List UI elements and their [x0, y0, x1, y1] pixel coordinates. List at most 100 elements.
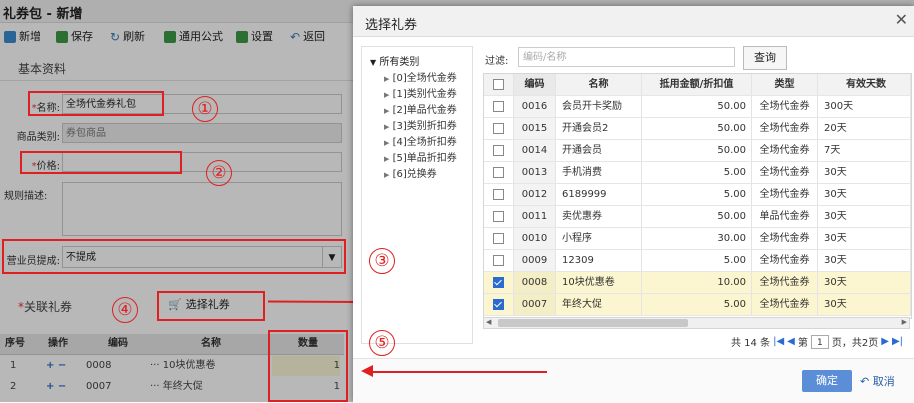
row-checkbox[interactable]	[484, 206, 514, 227]
tree-item-4[interactable]: ▶ [4]全场折扣券	[384, 133, 457, 148]
category-tree: ▼ 所有类别 ▶ [0]全场代金券 ▶ [1]类别代金券 ▶ [2]单品代金券 …	[361, 46, 473, 344]
tree-item-5[interactable]: ▶ [5]单品折扣券	[384, 149, 457, 164]
cell-code: 0009	[514, 250, 556, 271]
table-row[interactable]: 0014 开通会员 50.00 全场代金券 7天	[484, 140, 911, 162]
cell-days: 30天	[818, 250, 911, 271]
caret-down-icon: ▼	[370, 58, 377, 67]
cell-days: 30天	[818, 228, 911, 249]
cell-type: 全场代金券	[752, 272, 818, 293]
scroll-left-icon[interactable]: ◀	[486, 318, 491, 326]
row-checkbox[interactable]	[484, 118, 514, 139]
table-row[interactable]: 0011 卖优惠券 50.00 单品代金券 30天	[484, 206, 911, 228]
annotation-box-qty	[268, 330, 348, 402]
table-row[interactable]: 0012 6189999 5.00 全场代金券 30天	[484, 184, 911, 206]
scroll-thumb[interactable]	[498, 319, 688, 327]
horizontal-scrollbar[interactable]: ◀ ▶	[483, 317, 910, 329]
ok-button[interactable]: 确定	[802, 370, 852, 392]
cell-value: 50.00	[642, 206, 752, 227]
caret-right-icon: ▶	[384, 107, 390, 115]
cell-name: 10块优惠卷	[556, 272, 642, 293]
filter-input[interactable]: 编码/名称	[518, 47, 735, 67]
cell-code: 0010	[514, 228, 556, 249]
table-row[interactable]: 0007 年终大促 5.00 全场代金券 30天	[484, 294, 911, 316]
cell-type: 全场代金券	[752, 118, 818, 139]
tree-item-2[interactable]: ▶ [2]单品代金券	[384, 101, 457, 116]
col-header-name[interactable]: 名称	[556, 74, 642, 95]
arrow-left-head	[361, 365, 373, 377]
cancel-button[interactable]: ↶ 取消	[860, 373, 895, 389]
col-header-code[interactable]: 编码	[514, 74, 556, 95]
cell-type: 全场代金券	[752, 184, 818, 205]
cell-type: 单品代金券	[752, 206, 818, 227]
cell-name: 6189999	[556, 184, 642, 205]
tree-item-6[interactable]: ▶ [6]兑换券	[384, 165, 437, 180]
coupon-grid: 编码 名称 抵用金额/折扣值 类型 有效天数 0016 会员开卡奖励 50.00 全场…	[483, 73, 912, 319]
cell-name: 12309	[556, 250, 642, 271]
cell-code: 0007	[514, 294, 556, 315]
tree-item-1[interactable]: ▶ [1]类别代金券	[384, 85, 457, 100]
cell-value: 5.00	[642, 184, 752, 205]
tree-root[interactable]: ▼ 所有类别	[370, 53, 419, 68]
dialog-title: 选择礼券	[365, 18, 418, 33]
cell-days: 30天	[818, 184, 911, 205]
cell-days: 30天	[818, 162, 911, 183]
row-checkbox[interactable]	[484, 294, 514, 315]
caret-right-icon: ▶	[384, 123, 390, 131]
cell-name: 手机消费	[556, 162, 642, 183]
row-checkbox[interactable]	[484, 250, 514, 271]
cell-code: 0014	[514, 140, 556, 161]
cell-type: 全场代金券	[752, 228, 818, 249]
cell-days: 20天	[818, 118, 911, 139]
caret-right-icon: ▶	[384, 75, 390, 83]
prev-page-icon[interactable]: ◀	[787, 336, 795, 347]
query-button[interactable]: 查询	[743, 46, 787, 70]
page-input[interactable]: 1	[810, 334, 829, 349]
tree-item-0[interactable]: ▶ [0]全场代金券	[384, 69, 457, 84]
table-row[interactable]: 0015 开通会员2 50.00 全场代金券 20天	[484, 118, 911, 140]
cell-code: 0012	[514, 184, 556, 205]
first-page-icon[interactable]: |◀	[773, 336, 784, 347]
row-checkbox[interactable]	[484, 96, 514, 117]
last-page-icon[interactable]: ▶|	[892, 336, 903, 347]
cell-type: 全场代金券	[752, 294, 818, 315]
annotation-2: ②	[206, 160, 232, 186]
col-header-type[interactable]: 类型	[752, 74, 818, 95]
annotation-5: ⑤	[369, 330, 395, 356]
scroll-right-icon[interactable]: ▶	[902, 318, 907, 326]
cell-code: 0011	[514, 206, 556, 227]
row-checkbox[interactable]	[484, 184, 514, 205]
cell-code: 0016	[514, 96, 556, 117]
cell-code: 0015	[514, 118, 556, 139]
annotation-box-price	[20, 151, 182, 174]
table-row[interactable]: 0010 小程序 30.00 全场代金券 30天	[484, 228, 911, 250]
undo-icon: ↶	[860, 375, 870, 388]
col-header-value[interactable]: 抵用金额/折扣值	[642, 74, 752, 95]
table-row[interactable]: 0013 手机消费 5.00 全场代金券 30天	[484, 162, 911, 184]
tree-item-3[interactable]: ▶ [3]类别折扣券	[384, 117, 457, 132]
row-checkbox[interactable]	[484, 272, 514, 293]
next-page-icon[interactable]: ▶	[881, 336, 889, 347]
cell-code: 0008	[514, 272, 556, 293]
select-all-checkbox[interactable]	[484, 74, 514, 95]
table-row[interactable]: 0009 12309 5.00 全场代金券 30天	[484, 250, 911, 272]
cell-type: 全场代金券	[752, 250, 818, 271]
cell-days: 300天	[818, 96, 911, 117]
pager-total: 共 14 条	[731, 338, 771, 349]
row-checkbox[interactable]	[484, 228, 514, 249]
pager-suffix: 页，共2页	[831, 338, 879, 349]
close-icon[interactable]: ✕	[895, 10, 908, 29]
annotation-box-select	[157, 291, 265, 321]
table-row[interactable]: 0016 会员开卡奖励 50.00 全场代金券 300天	[484, 96, 911, 118]
cell-value: 10.00	[642, 272, 752, 293]
cell-type: 全场代金券	[752, 96, 818, 117]
col-header-days[interactable]: 有效天数	[818, 74, 911, 95]
pager-prefix: 第	[797, 338, 808, 349]
cell-name: 开通会员2	[556, 118, 642, 139]
cell-days: 30天	[818, 294, 911, 315]
row-checkbox[interactable]	[484, 162, 514, 183]
row-checkbox[interactable]	[484, 140, 514, 161]
cell-days: 7天	[818, 140, 911, 161]
table-row[interactable]: 0008 10块优惠卷 10.00 全场代金券 30天	[484, 272, 911, 294]
cell-code: 0013	[514, 162, 556, 183]
cell-value: 30.00	[642, 228, 752, 249]
